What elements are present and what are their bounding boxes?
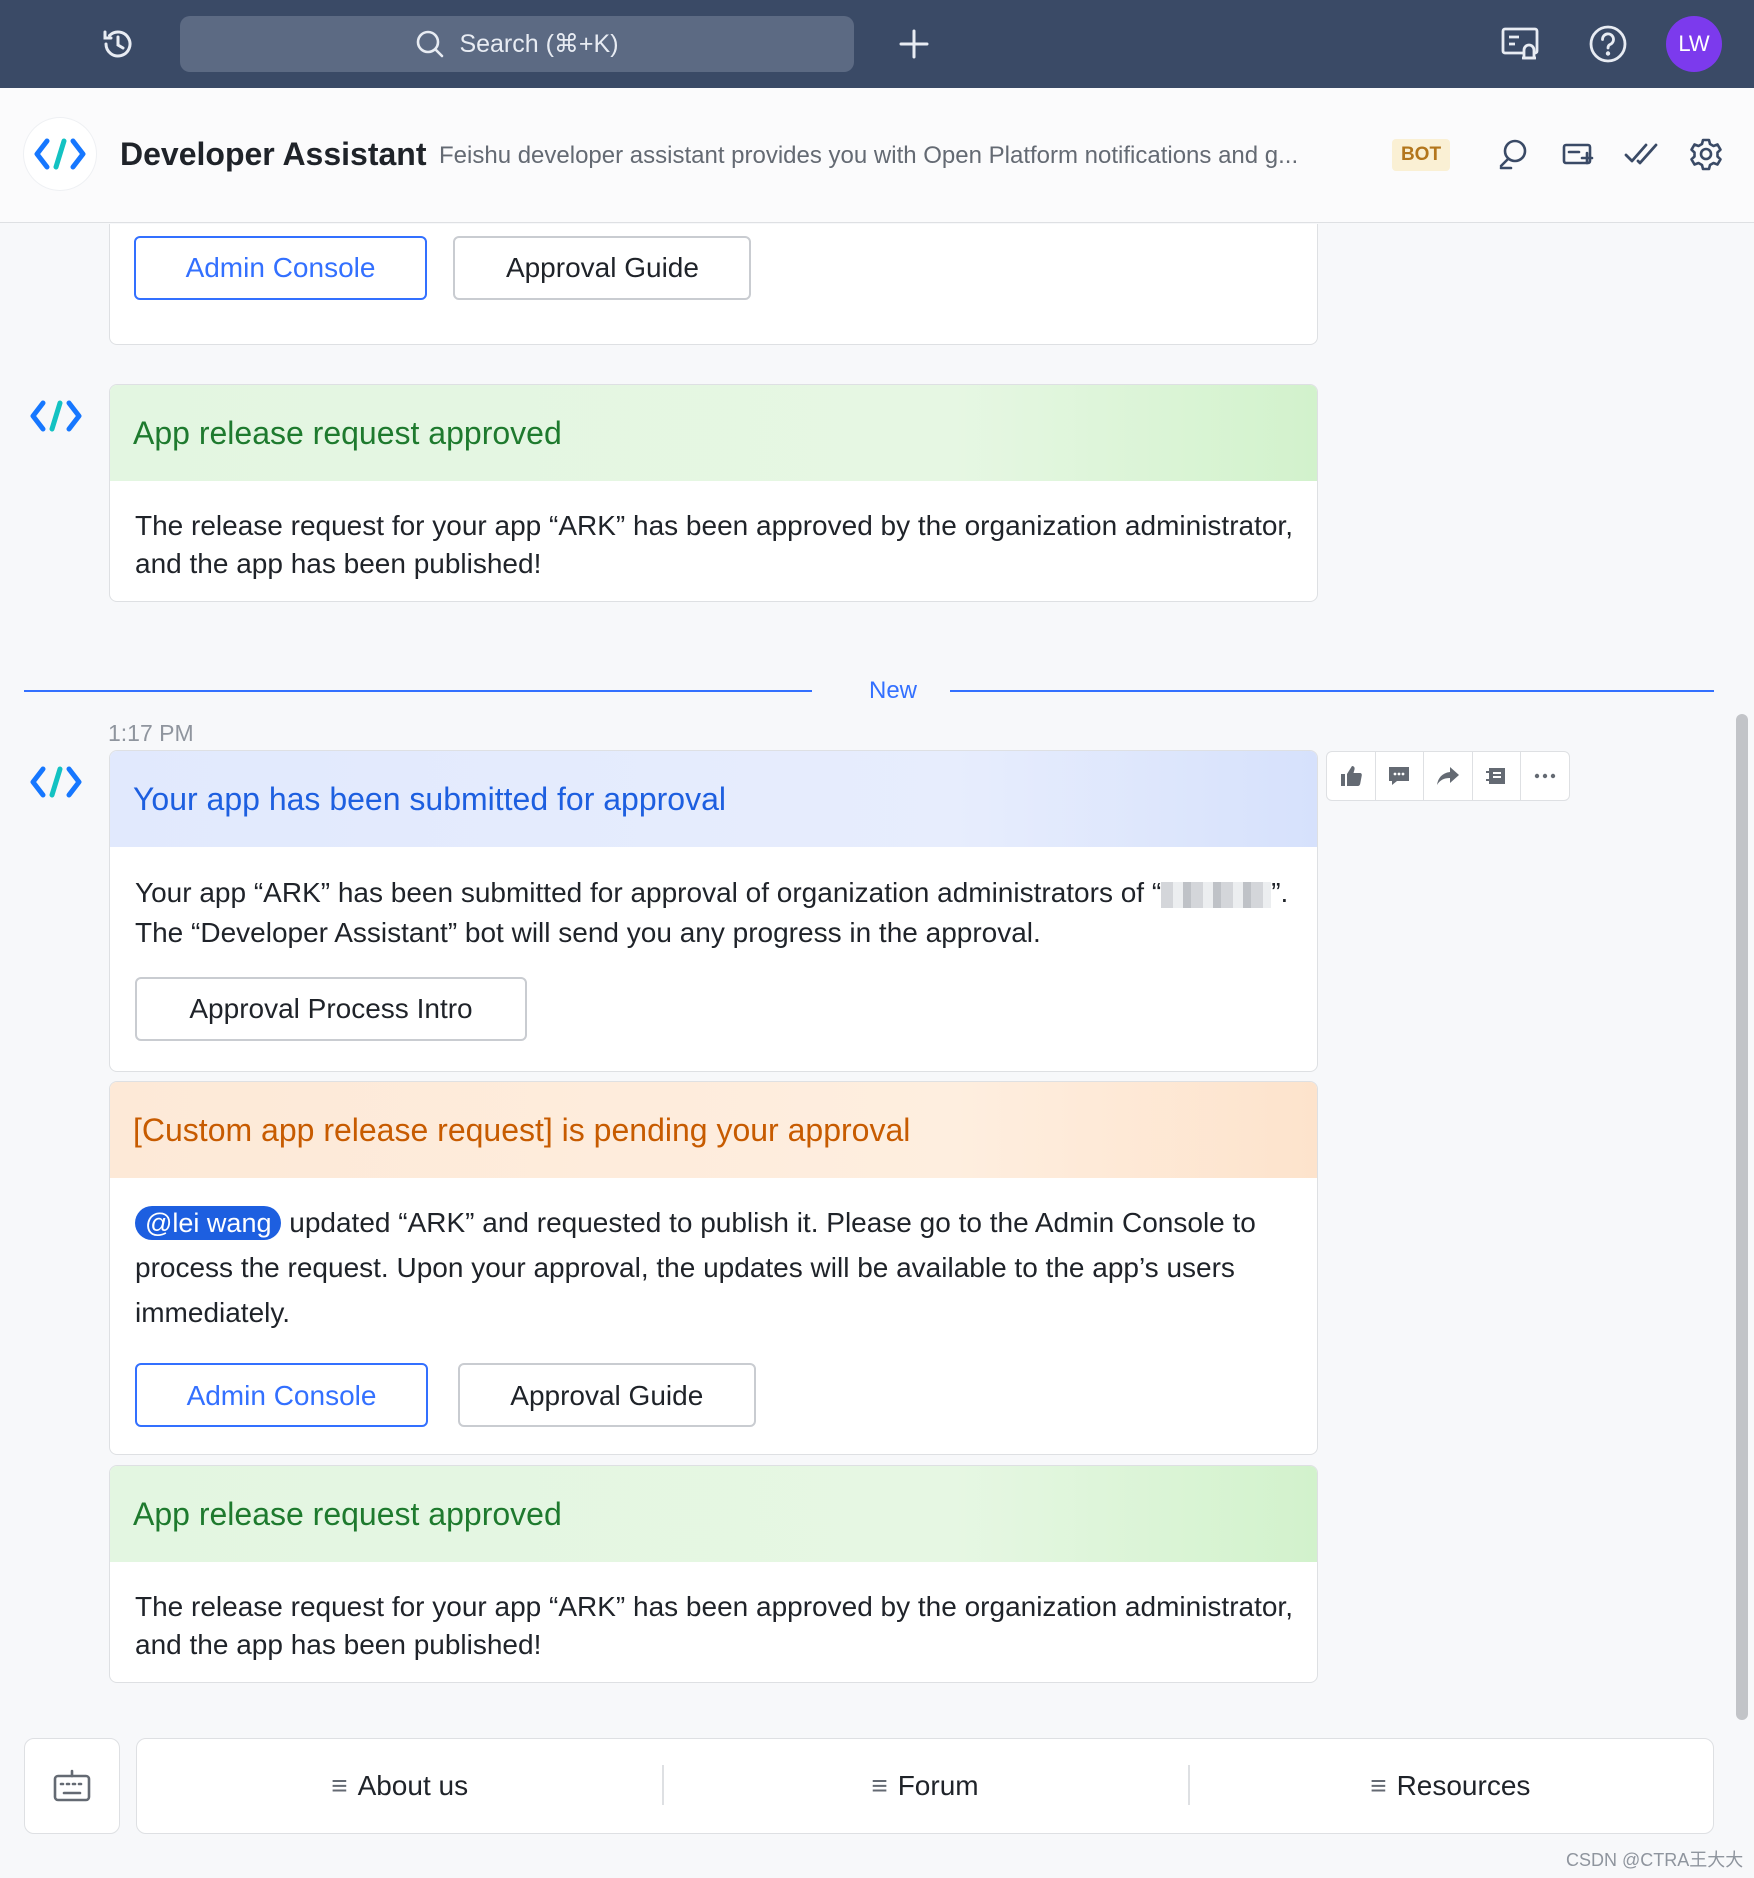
chat-title: Developer Assistant [120,136,427,172]
menu-lines-icon: ≡ [871,1770,888,1801]
card-title: Your app has been submitted for approval [110,751,1317,847]
avatar[interactable]: LW [1666,16,1722,72]
settings-gear-icon[interactable] [1686,134,1726,174]
keyboard-toggle-button[interactable] [24,1738,120,1834]
scrollbar[interactable] [1736,714,1748,1720]
notification-panel-icon[interactable] [1498,22,1542,66]
bottom-menu-bar: ≡ About us ≡ Forum ≡ Resources [136,1738,1714,1834]
bot-badge: BOT [1392,139,1450,171]
message-list[interactable]: Admin Console Approval Guide App release… [0,224,1754,1724]
mark-read-icon[interactable] [1621,134,1661,174]
message-card-pending: [Custom app release request] is pending … [109,1081,1318,1455]
body-text: Your app “ARK” has been submitted for ap… [135,877,1162,908]
add-tab-icon[interactable] [1558,134,1598,174]
watermark: CSDN @CTRA王大大 [1566,1850,1744,1870]
bot-avatar-icon[interactable] [24,750,88,814]
user-mention[interactable]: @lei wang [135,1206,282,1240]
approval-process-intro-button[interactable]: Approval Process Intro [135,977,527,1041]
message-card-approved: App release request approved The release… [109,384,1318,602]
admin-console-button[interactable]: Admin Console [134,236,427,300]
menu-item-resources[interactable]: ≡ Resources [1187,1739,1713,1833]
bot-avatar-icon[interactable] [24,384,88,448]
card-title: [Custom app release request] is pending … [110,1082,1317,1178]
menu-item-about-us[interactable]: ≡ About us [137,1739,662,1833]
message-action-bar [1326,751,1570,801]
card-title: App release request approved [110,1466,1317,1562]
thumbs-up-icon[interactable] [1327,752,1376,800]
history-icon[interactable] [96,22,140,66]
help-icon[interactable] [1586,22,1630,66]
forward-icon[interactable] [1424,752,1473,800]
search-placeholder: Search (⌘+K) [459,30,619,58]
keyboard-icon [53,1769,91,1802]
search-chat-icon[interactable] [1494,134,1534,174]
search-input[interactable]: Search (⌘+K) [180,16,854,72]
card-body: The release request for your app “ARK” h… [135,510,1293,579]
menu-item-label: About us [357,1770,469,1801]
message-card-submitted: Your app has been submitted for approval… [109,750,1318,1072]
search-icon [417,30,444,58]
chat-header: Developer Assistant Feishu developer ass… [0,88,1754,223]
top-bar: Search (⌘+K) LW [0,0,1754,88]
menu-item-forum[interactable]: ≡ Forum [662,1739,1187,1833]
pin-icon[interactable] [1473,752,1522,800]
body-text: updated “ARK” and requested to publish i… [135,1207,1256,1328]
message-card-partial: Admin Console Approval Guide [109,224,1318,345]
new-label: New [836,671,950,711]
message-card-approved: App release request approved The release… [109,1465,1318,1683]
new-messages-divider: New [24,671,1714,711]
message-timestamp: 1:17 PM [108,720,194,746]
card-body: The release request for your app “ARK” h… [135,1591,1293,1660]
menu-item-label: Forum [897,1770,979,1801]
developer-assistant-logo-icon[interactable] [24,118,96,190]
card-body: @lei wang updated “ARK” and requested to… [110,1178,1317,1451]
card-title: App release request approved [110,385,1317,481]
approval-guide-button[interactable]: Approval Guide [453,236,752,300]
more-icon[interactable] [1521,752,1569,800]
approval-guide-button[interactable]: Approval Guide [457,1363,756,1427]
menu-lines-icon: ≡ [1370,1770,1387,1801]
card-body: Your app “ARK” has been submitted for ap… [110,847,1317,1065]
menu-lines-icon: ≡ [331,1770,348,1801]
admin-console-button[interactable]: Admin Console [135,1363,428,1427]
menu-item-label: Resources [1396,1770,1531,1801]
redacted-org-name [1161,881,1272,908]
reply-icon[interactable] [1376,752,1425,800]
plus-icon[interactable] [892,22,936,66]
chat-description: Feishu developer assistant provides you … [439,142,1299,169]
